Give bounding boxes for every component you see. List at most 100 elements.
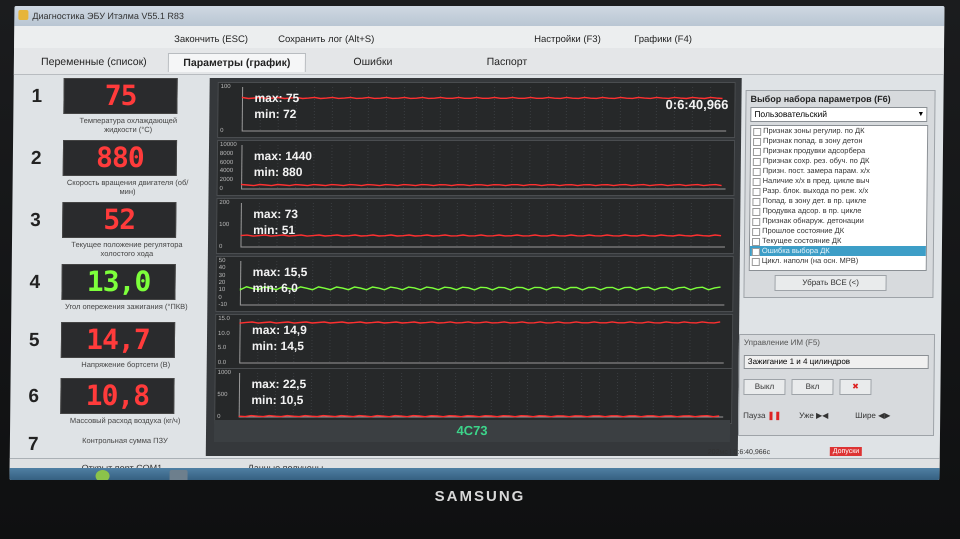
y-tick-label: 1000	[217, 370, 232, 376]
graph-engine-rpm: 10000 8000 6000 4000 2000 0 max: 1440 min: 880	[216, 140, 736, 196]
param-idle-regulator: 3 52 Текущее положение регулятора холост…	[22, 202, 209, 260]
y-tick-label: 200	[219, 200, 230, 206]
param-checklist-item[interactable]: Признак сохр. рез. обуч. по ДК	[751, 156, 927, 166]
actuator-selected: Зажигание 1 и 4 цилиндров	[747, 357, 851, 366]
menu-save-log[interactable]: Сохранить лог (Alt+S)	[278, 34, 374, 45]
param-label: Температура охлаждающей жидкости (°C)	[79, 116, 178, 134]
y-tick-label: 20	[218, 280, 226, 286]
param-checklist-item[interactable]: Признак зоны регулир. по ДК	[751, 126, 927, 136]
close-icon[interactable]: ✖	[839, 379, 872, 395]
param-checklist-item[interactable]: Продувка адсор. в пр. цикле	[750, 206, 926, 216]
param-battery-voltage: 5 14,7 Напряжение бортсети (В)	[21, 322, 208, 380]
param-number: 6	[28, 386, 40, 407]
param-checklist-label: Попад. в зону дет. в пр. цикле	[762, 196, 867, 205]
menu-finish[interactable]: Закончить (ESC)	[174, 34, 248, 45]
param-number: 1	[31, 86, 43, 107]
param-checklist-item[interactable]: Признак попад. в зону детон	[751, 136, 927, 146]
actuator-select[interactable]: Зажигание 1 и 4 цилиндров	[743, 355, 929, 369]
status-timing: 202мс | 0:6:40,966с	[707, 449, 771, 456]
app-icon	[18, 10, 29, 20]
tab-passport[interactable]: Паспорт	[442, 53, 572, 71]
param-checklist-item[interactable]: Текущее состояние ДК	[750, 236, 926, 246]
param-checklist-label: Продувка адсор. в пр. цикле	[762, 206, 862, 215]
checkbox[interactable]	[752, 148, 761, 156]
param-number: 7	[27, 434, 39, 455]
param-checklist-item[interactable]: Наличие х/х в пред. цикле выч	[751, 176, 927, 186]
graph-trace	[240, 234, 722, 237]
checkbox[interactable]	[752, 188, 761, 196]
actuator-off-button[interactable]: Выкл	[743, 379, 786, 395]
actuator-control-title: Управление ИМ (F5)	[743, 338, 821, 347]
menu-settings[interactable]: Настройки (F3)	[534, 34, 601, 45]
actuator-control-panel: Управление ИМ (F5) Зажигание 1 и 4 цилин…	[737, 334, 936, 436]
checkbox[interactable]	[752, 218, 761, 226]
checkbox[interactable]	[752, 178, 761, 186]
param-checklist-label: Призн. пост. замера парам. х/х	[762, 166, 870, 175]
status-badge: Допуски	[829, 447, 863, 456]
y-tick-label: 8000	[219, 150, 234, 157]
graph-coolant-temp: 100 0 max: 75 min: 72 0:6:40,966	[217, 82, 736, 138]
checkbox[interactable]	[753, 138, 762, 146]
checkbox[interactable]	[752, 158, 761, 166]
tab-errors[interactable]: Ошибки	[308, 53, 438, 71]
checkbox[interactable]	[753, 128, 762, 136]
chevron-down-icon: ▼	[917, 111, 925, 118]
y-tick-label: 100	[219, 222, 230, 228]
param-value: 13,0	[86, 265, 151, 298]
wider-button[interactable]: Шире ◀▶	[855, 411, 890, 420]
y-tick-label: 500	[217, 392, 228, 398]
y-tick-label: 30	[218, 272, 226, 279]
checkbox[interactable]	[751, 238, 761, 246]
checkbox[interactable]	[752, 208, 761, 216]
param-set-select[interactable]: Пользовательский ▼	[750, 107, 928, 122]
param-checklist-item[interactable]: Призн. пост. замера парам. х/х	[751, 166, 927, 176]
checkbox[interactable]	[752, 198, 761, 206]
param-checklist-item[interactable]: Разр. блок. выхода по реж. х/х	[750, 186, 926, 196]
checkbox[interactable]	[752, 168, 761, 176]
app-window: Диагностика ЭБУ Итэлма V55.1 R83 Закончи…	[9, 6, 945, 480]
param-checklist-label: Признак зоны регулир. по ДК	[763, 126, 865, 135]
pause-button[interactable]: Пауза ❚❚	[743, 411, 781, 420]
param-checklist[interactable]: Признак зоны регулир. по ДК Признак попад…	[748, 125, 929, 271]
param-checklist-item[interactable]: Цикл. наполн (на осн. МРВ)	[750, 256, 926, 266]
checkbox[interactable]	[751, 248, 760, 256]
param-checklist-label: Наличие х/х в пред. цикле выч	[762, 176, 870, 185]
graph-battery-voltage: 15.0 10.0 5.0 0.0 max: 14,9 min: 14,5	[214, 314, 734, 370]
start-icon[interactable]	[95, 470, 110, 480]
checkbox[interactable]	[752, 228, 761, 236]
param-checklist-item[interactable]: Попад. в зону дет. в пр. цикле	[750, 196, 926, 206]
tab-params-graph[interactable]: Параметры (график)	[167, 53, 306, 72]
y-tick-label: 15.0	[218, 316, 230, 322]
param-label: Скорость вращения двигателя (об/мин)	[66, 178, 189, 196]
deselect-all-button[interactable]: Убрать ВСЕ (<)	[774, 275, 887, 291]
param-checklist-label: Прошлое состояние ДК	[762, 226, 845, 235]
graph-trace	[241, 96, 723, 100]
param-display: 880	[62, 140, 178, 176]
param-number: 2	[30, 148, 42, 169]
param-value: 75	[104, 79, 137, 112]
app-taskbar-icon[interactable]	[169, 470, 188, 480]
tab-variables-list[interactable]: Переменные (список)	[24, 53, 164, 71]
narrow-button[interactable]: Уже ▶◀	[799, 411, 828, 420]
actuator-on-button[interactable]: Вкл	[791, 379, 834, 395]
graph-area: 100 0 max: 75 min: 72 0:6:40,966 10000 8000 60…	[205, 78, 742, 456]
checkbox[interactable]	[751, 258, 760, 266]
param-checklist-item[interactable]: Прошлое состояние ДК	[750, 226, 926, 236]
menu-charts[interactable]: Графики (F4)	[634, 34, 692, 45]
param-checklist-item[interactable]: Признак продувки адсорбера	[751, 146, 927, 156]
y-tick-label: 2000	[219, 177, 234, 184]
param-label: Текущее положение регулятора холостого х…	[71, 240, 183, 258]
graph-min-label: min: 14,5	[251, 339, 305, 353]
graph-max-label: max: 75	[254, 91, 300, 105]
param-display: 13,0	[61, 264, 176, 300]
param-checklist-label: Цикл. наполн (на осн. МРВ)	[761, 256, 859, 265]
graph-air-flow: 1000 500 0 max: 22,5 min: 10,5	[214, 368, 733, 424]
window-title: Диагностика ЭБУ Итэлма V55.1 R83	[32, 11, 184, 21]
checksum-bar: 4C73	[213, 420, 731, 442]
y-tick-label: 10000	[219, 142, 237, 148]
param-checklist-item[interactable]: Признак обнаруж. детонации	[750, 216, 926, 226]
param-checklist-label: Признак попад. в зону детон	[763, 136, 863, 145]
param-checklist-item[interactable]: Ошибка выбора ДК	[749, 246, 926, 256]
y-tick-label: 100	[220, 84, 231, 90]
y-tick-label: 0.0	[217, 360, 227, 366]
